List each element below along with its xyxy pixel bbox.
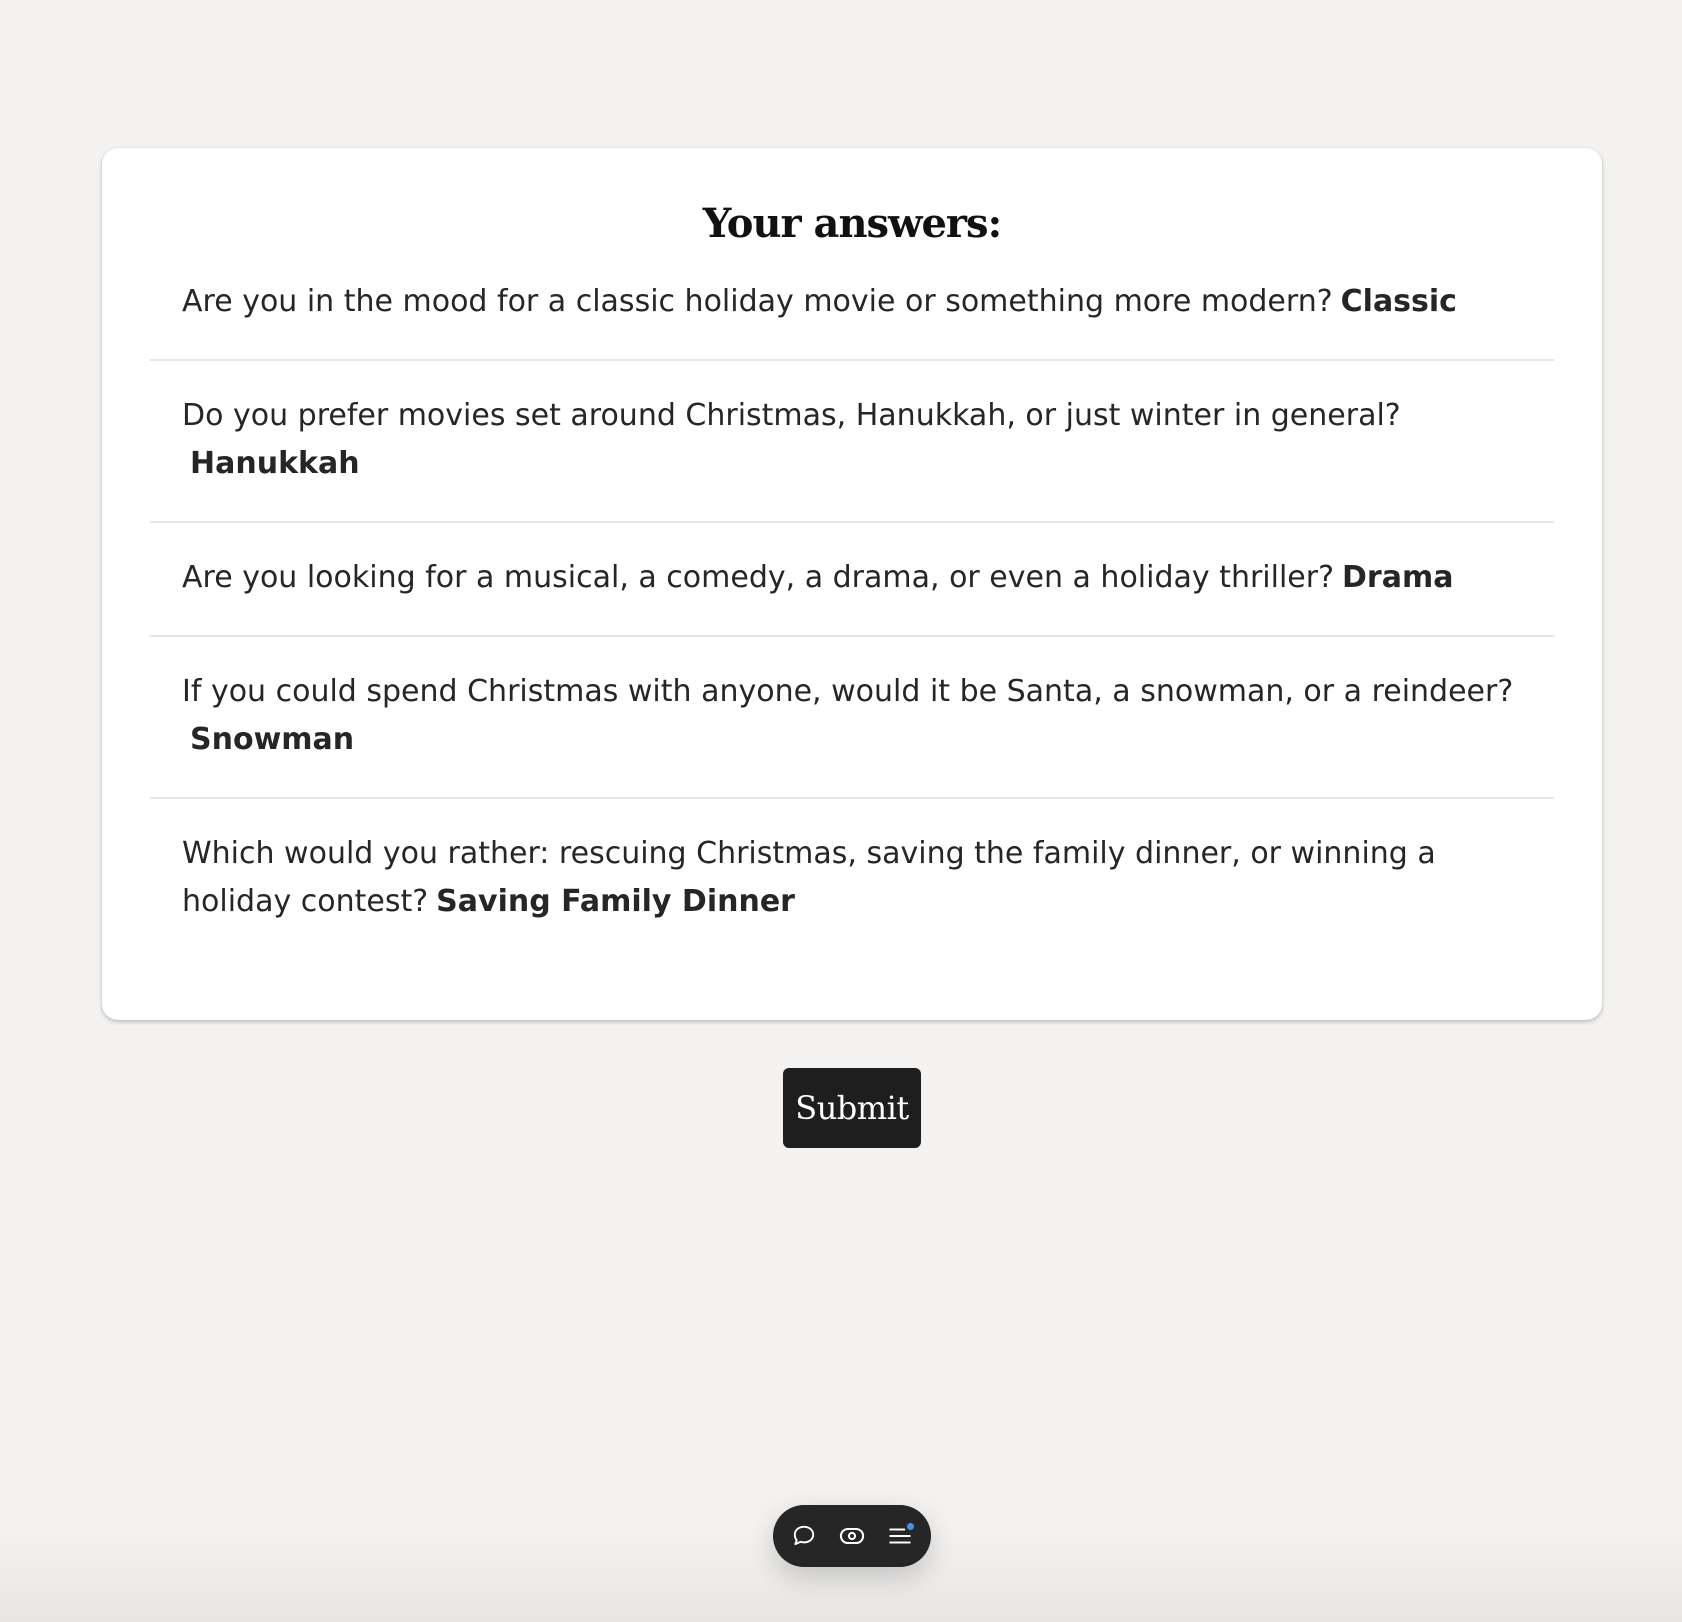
answer-row: Are you looking for a musical, a comedy,… bbox=[150, 523, 1554, 637]
answer-row: If you could spend Christmas with anyone… bbox=[150, 637, 1554, 799]
answers-list: Are you in the mood for a classic holida… bbox=[150, 266, 1554, 959]
question-text: Do you prefer movies set around Christma… bbox=[182, 398, 1401, 433]
answer-row: Are you in the mood for a classic holida… bbox=[150, 266, 1554, 361]
question-text: Are you looking for a musical, a comedy,… bbox=[182, 560, 1335, 595]
answers-card: Your answers: Are you in the mood for a … bbox=[102, 148, 1602, 1020]
page-title: Your answers: bbox=[702, 200, 1003, 247]
answer-value: Snowman bbox=[190, 722, 355, 757]
notification-dot bbox=[907, 1523, 914, 1530]
answer-value: Saving Family Dinner bbox=[436, 884, 795, 919]
answer-row: Which would you rather: rescuing Christm… bbox=[150, 799, 1554, 959]
answer-value: Classic bbox=[1340, 284, 1457, 319]
question-text: Are you in the mood for a classic holida… bbox=[182, 284, 1333, 319]
answer-value: Hanukkah bbox=[190, 446, 360, 481]
question-text: Which would you rather: rescuing Christm… bbox=[182, 836, 1436, 919]
submit-button[interactable]: Submit bbox=[783, 1068, 921, 1148]
bottom-shade bbox=[0, 1532, 1682, 1622]
answer-value: Drama bbox=[1342, 560, 1454, 595]
question-text: If you could spend Christmas with anyone… bbox=[182, 674, 1514, 709]
answer-row: Do you prefer movies set around Christma… bbox=[150, 361, 1554, 523]
